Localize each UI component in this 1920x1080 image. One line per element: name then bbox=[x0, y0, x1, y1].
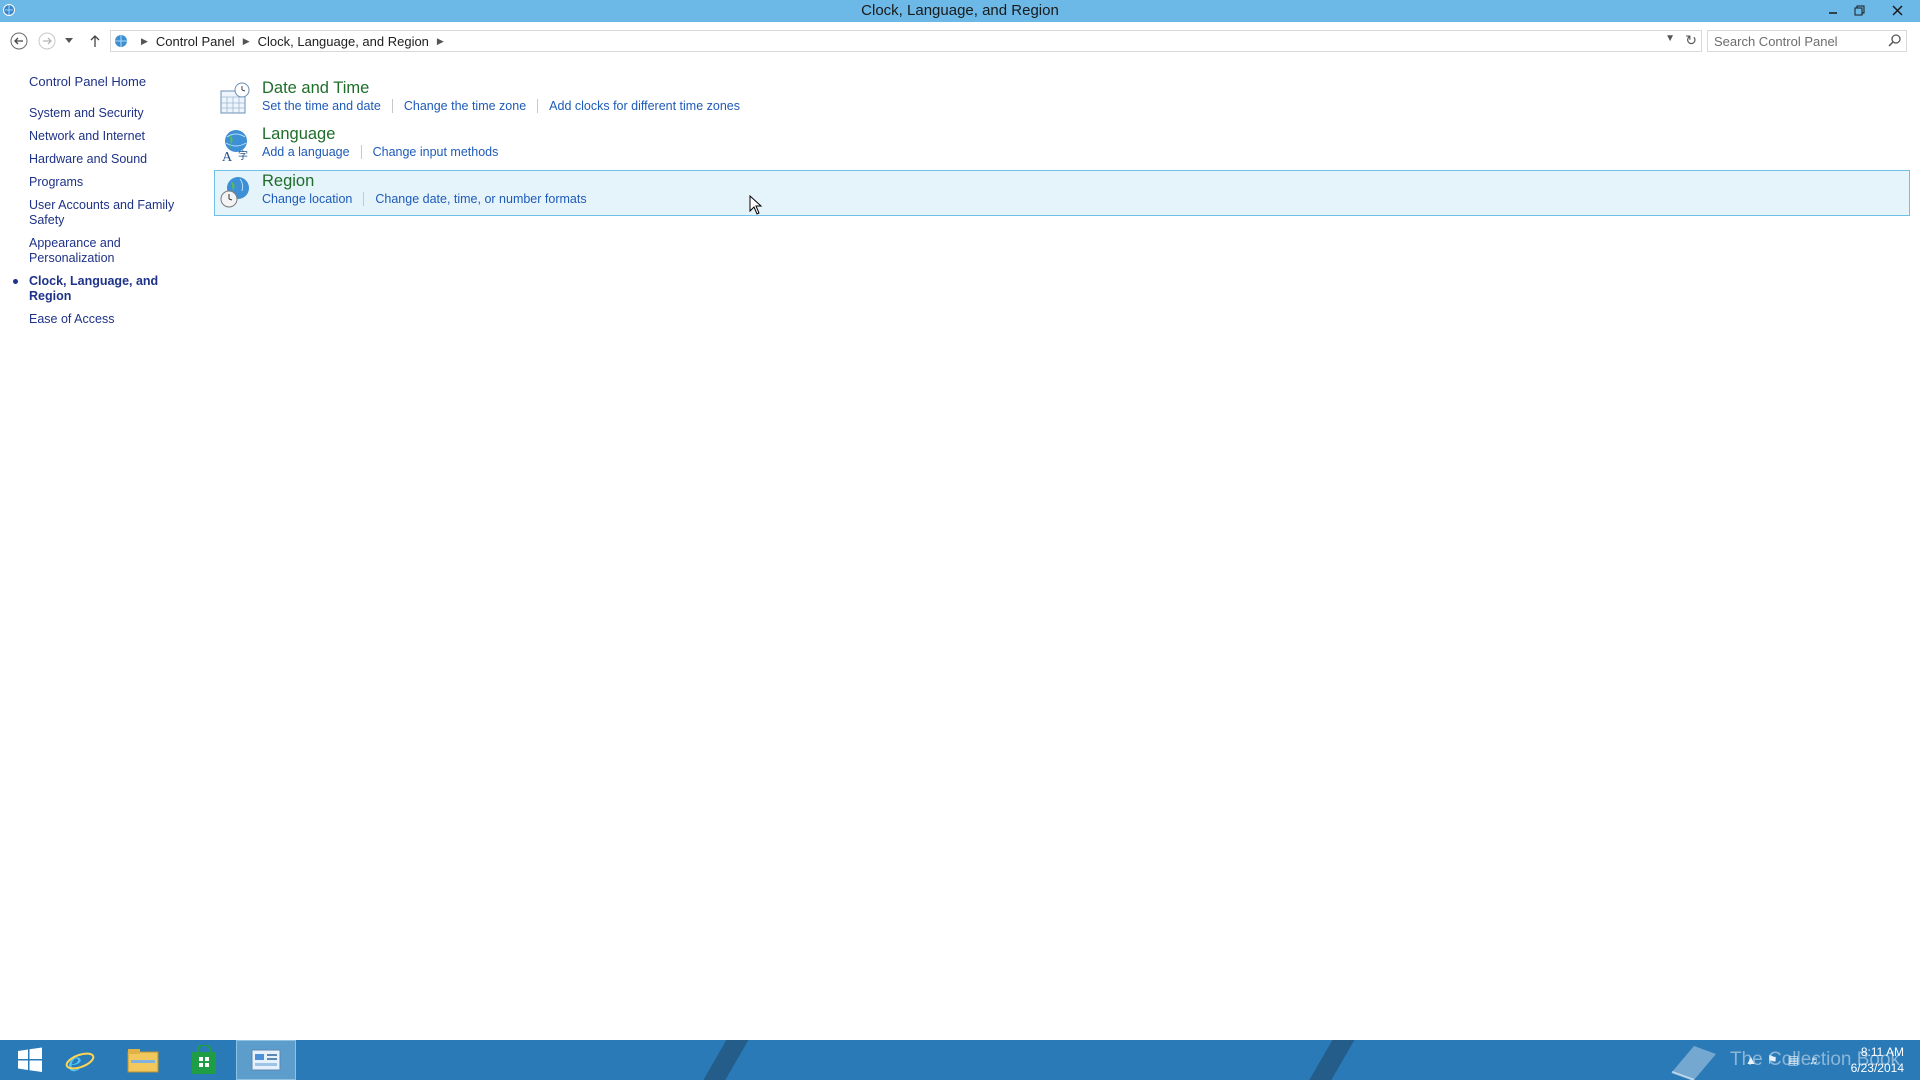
nav-hardware-and-sound[interactable]: Hardware and Sound bbox=[0, 152, 200, 167]
region-heading[interactable]: Region bbox=[262, 172, 314, 191]
link-divider bbox=[537, 99, 539, 113]
taskbar-internet-explorer[interactable]: e bbox=[50, 1040, 110, 1080]
recent-locations-button[interactable] bbox=[62, 30, 76, 52]
forward-button[interactable] bbox=[36, 30, 58, 52]
category-date-and-time: Date and Time Set the time and date Chan… bbox=[215, 78, 1910, 124]
up-arrow-icon bbox=[90, 35, 100, 47]
change-time-zone-link[interactable]: Change the time zone bbox=[404, 99, 526, 113]
clock-date: 6/23/2014 bbox=[1850, 1061, 1904, 1075]
nav-user-accounts-and-family-safety[interactable]: User Accounts and Family Safety bbox=[0, 198, 175, 228]
taskbar-control-panel[interactable] bbox=[236, 1040, 296, 1080]
region-globe-icon[interactable] bbox=[218, 174, 254, 210]
show-hidden-icons-icon[interactable]: ▲ bbox=[1745, 1053, 1757, 1067]
set-time-and-date-link[interactable]: Set the time and date bbox=[262, 99, 381, 113]
network-icon[interactable]: ▤ bbox=[1788, 1053, 1799, 1067]
control-panel-small-icon bbox=[115, 35, 127, 47]
change-location-link[interactable]: Change location bbox=[262, 192, 352, 206]
link-divider bbox=[360, 145, 362, 159]
nav-ease-of-access[interactable]: Ease of Access bbox=[0, 312, 200, 327]
breadcrumb-clock-language-region[interactable]: Clock, Language, and Region bbox=[258, 34, 429, 49]
taskbar-store[interactable] bbox=[174, 1040, 234, 1080]
search-box[interactable] bbox=[1707, 30, 1907, 52]
close-icon bbox=[1891, 4, 1903, 16]
start-icon bbox=[18, 1047, 42, 1072]
forward-arrow-icon bbox=[38, 32, 56, 50]
category-region[interactable]: Region Change location Change date, time… bbox=[214, 170, 1910, 216]
taskbar-decoration bbox=[1297, 1040, 1361, 1080]
taskbar-decoration bbox=[691, 1040, 755, 1080]
date-and-time-heading[interactable]: Date and Time bbox=[262, 79, 369, 98]
restore-icon bbox=[1854, 5, 1864, 15]
navigation-bar: ▶ Control Panel ▶ Clock, Language, and R… bbox=[0, 26, 1920, 56]
volume-icon[interactable]: ♬ bbox=[1809, 1053, 1821, 1067]
back-arrow-icon bbox=[10, 32, 28, 50]
category-list: Date and Time Set the time and date Chan… bbox=[214, 78, 1910, 216]
address-dropdown-icon[interactable]: ▼ bbox=[1665, 33, 1675, 44]
svg-text:A: A bbox=[222, 150, 233, 163]
up-button[interactable] bbox=[84, 30, 106, 52]
title-bar: Clock, Language, and Region bbox=[0, 0, 1920, 22]
breadcrumb-separator-icon[interactable]: ▶ bbox=[437, 36, 444, 47]
taskbar: e The Collection Book ▲ ⚑ ▤ ♬ 8:11 AM 6/… bbox=[0, 1040, 1920, 1080]
breadcrumb-separator-icon[interactable]: ▶ bbox=[141, 36, 148, 47]
nav-network-and-internet[interactable]: Network and Internet bbox=[0, 129, 200, 144]
store-icon bbox=[192, 1045, 216, 1074]
language-heading[interactable]: Language bbox=[262, 125, 335, 144]
close-button[interactable] bbox=[1874, 0, 1920, 20]
current-item-bullet-icon bbox=[13, 279, 18, 284]
internet-explorer-icon: e bbox=[65, 1045, 95, 1075]
nav-clock-language-region-current[interactable]: Clock, Language, and Region bbox=[0, 274, 200, 304]
taskbar-clock[interactable]: 8:11 AM 6/23/2014 bbox=[1838, 1044, 1904, 1076]
refresh-icon[interactable]: ↻ bbox=[1685, 32, 1697, 49]
change-input-methods-link[interactable]: Change input methods bbox=[373, 145, 499, 159]
change-formats-link[interactable]: Change date, time, or number formats bbox=[375, 192, 586, 206]
add-clocks-link[interactable]: Add clocks for different time zones bbox=[549, 99, 740, 113]
control-panel-home-link[interactable]: Control Panel Home bbox=[29, 74, 146, 89]
action-center-flag-icon[interactable]: ⚑ bbox=[1767, 1053, 1778, 1067]
minimize-icon bbox=[1829, 12, 1837, 14]
nav-programs[interactable]: Programs bbox=[0, 175, 200, 190]
watermark-book-icon bbox=[1671, 1046, 1716, 1080]
control-panel-icon bbox=[251, 1049, 281, 1071]
language-globe-icon[interactable]: A 字 bbox=[218, 127, 254, 163]
nav-item-label: Clock, Language, and Region bbox=[29, 274, 159, 303]
clock-time: 8:11 AM bbox=[1860, 1045, 1904, 1059]
svg-text:字: 字 bbox=[238, 149, 248, 162]
add-a-language-link[interactable]: Add a language bbox=[262, 145, 350, 159]
minimize-button[interactable] bbox=[1820, 0, 1846, 20]
notification-area: ▲ ⚑ ▤ ♬ bbox=[1745, 1053, 1821, 1067]
chevron-down-icon bbox=[65, 38, 73, 43]
nav-system-and-security[interactable]: System and Security bbox=[0, 106, 200, 121]
search-input[interactable] bbox=[1714, 33, 1884, 49]
search-icon[interactable] bbox=[1888, 33, 1902, 47]
breadcrumb-control-panel[interactable]: Control Panel bbox=[156, 34, 235, 49]
restore-button[interactable] bbox=[1846, 0, 1872, 20]
nav-appearance-and-personalization[interactable]: Appearance and Personalization bbox=[0, 236, 130, 266]
category-language: A 字 Language Add a language Change input… bbox=[215, 124, 1910, 170]
address-bar[interactable]: ▶ Control Panel ▶ Clock, Language, and R… bbox=[110, 30, 1702, 52]
breadcrumb: ▶ Control Panel ▶ Clock, Language, and R… bbox=[133, 34, 452, 49]
breadcrumb-separator-icon[interactable]: ▶ bbox=[243, 36, 250, 47]
taskbar-file-explorer[interactable] bbox=[113, 1040, 173, 1080]
mouse-cursor-icon bbox=[749, 195, 763, 215]
file-explorer-icon bbox=[127, 1049, 159, 1073]
link-divider bbox=[391, 99, 393, 113]
link-divider bbox=[363, 192, 365, 206]
window-title: Clock, Language, and Region bbox=[861, 2, 1059, 19]
back-button[interactable] bbox=[8, 30, 30, 52]
clock-calendar-icon[interactable] bbox=[218, 81, 254, 117]
